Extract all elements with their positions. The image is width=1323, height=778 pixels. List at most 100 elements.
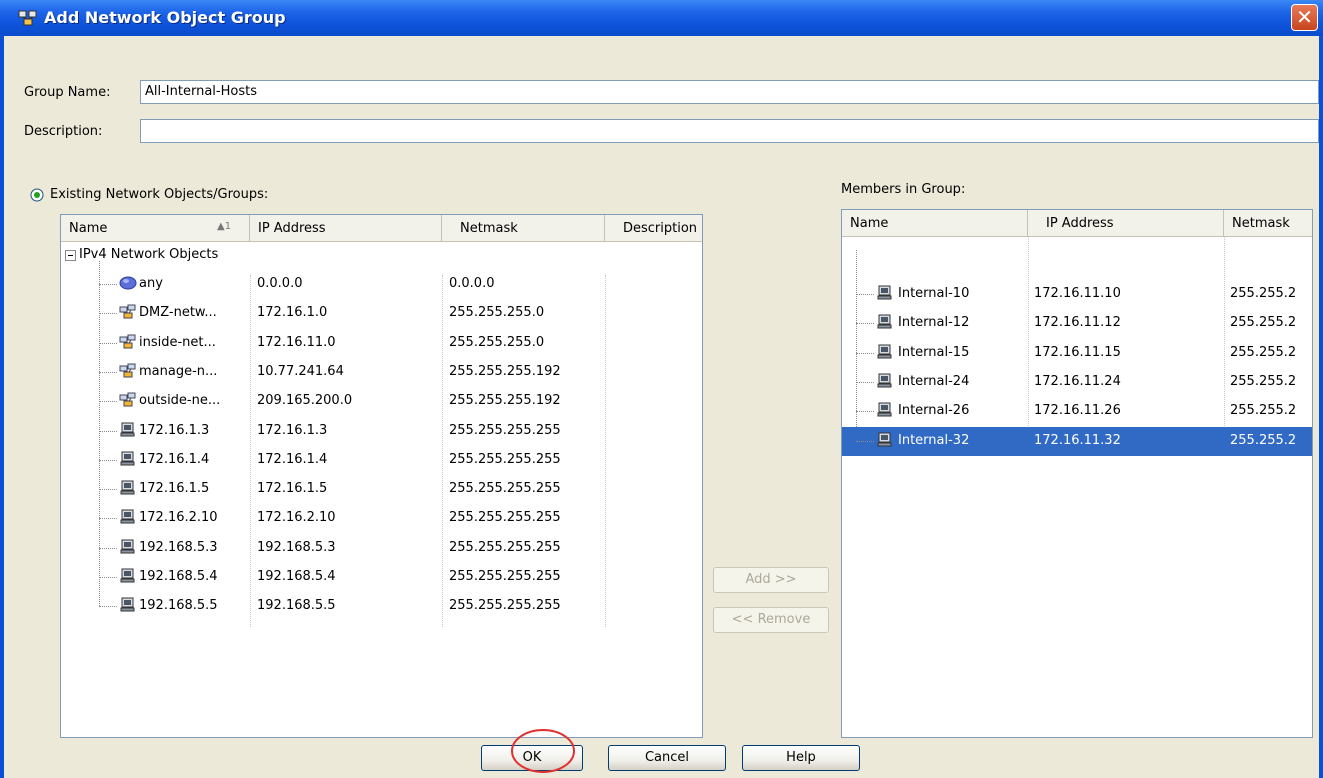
host-icon <box>120 568 135 583</box>
host-icon <box>877 314 892 329</box>
members-column-header-name[interactable]: Name <box>842 210 1028 236</box>
table-row[interactable]: 172.16.1.5 172.16.1.5 255.255.255.255 <box>61 475 702 504</box>
table-row[interactable]: Internal-10 172.16.11.10 255.255.2 <box>842 280 1312 309</box>
row-name: Internal-24 <box>898 373 970 389</box>
members-column-header-ip[interactable]: IP Address <box>1028 210 1224 236</box>
row-ip: 172.16.1.5 <box>257 481 328 497</box>
row-netmask: 255.255.255.0 <box>449 305 545 321</box>
row-netmask: 255.255.2 <box>1230 315 1297 331</box>
row-netmask: 255.255.2 <box>1230 432 1297 448</box>
row-name: 192.168.5.5 <box>139 598 218 614</box>
table-row[interactable]: Internal-12 172.16.11.12 255.255.2 <box>842 309 1312 338</box>
row-netmask: 255.255.2 <box>1230 286 1297 301</box>
help-button[interactable]: Help <box>742 745 860 771</box>
tree-connector <box>99 459 117 461</box>
row-name: any <box>139 276 163 291</box>
row-name: DMZ-netw... <box>139 305 217 321</box>
group-name-input[interactable]: All-Internal-Hosts <box>140 80 1319 104</box>
description-input[interactable] <box>140 119 1319 143</box>
network-icon <box>119 334 136 349</box>
tree-connector <box>99 518 117 520</box>
tree-connector <box>99 313 117 315</box>
tree-connector <box>99 342 117 344</box>
table-row[interactable]: Internal-32 172.16.11.32 255.255.2 <box>842 426 1312 456</box>
network-object-group-icon <box>18 10 37 26</box>
table-row[interactable]: outside-ne... 209.165.200.0 255.255.255.19… <box>61 387 702 416</box>
members-table[interactable]: Name IP Address Netmask Internal-10 172.1… <box>841 209 1313 738</box>
host-icon <box>877 432 892 446</box>
row-ip: 172.16.11.32 <box>1034 432 1121 448</box>
row-name: 172.16.1.4 <box>139 451 210 467</box>
row-netmask: 255.255.255.192 <box>449 363 561 379</box>
tree-connector <box>856 352 874 354</box>
tree-connector <box>99 577 117 578</box>
row-ip: 172.16.11.12 <box>1034 315 1121 331</box>
row-name: 192.168.5.4 <box>139 569 218 584</box>
remove-button[interactable]: << Remove <box>713 607 829 633</box>
cancel-button[interactable]: Cancel <box>608 745 726 771</box>
column-header-netmask[interactable]: Netmask <box>442 215 605 241</box>
column-separator <box>605 275 606 627</box>
tree-connector <box>856 381 874 383</box>
collapse-icon[interactable] <box>65 250 76 261</box>
row-name: Internal-10 <box>898 286 970 301</box>
existing-objects-radio[interactable] <box>30 188 44 202</box>
row-name: Internal-15 <box>898 344 970 360</box>
table-row[interactable]: 172.16.1.4 172.16.1.4 255.255.255.255 <box>61 446 702 475</box>
column-header-description[interactable]: Description <box>605 215 702 241</box>
host-icon <box>120 509 135 524</box>
network-icon <box>119 363 136 378</box>
add-button[interactable]: Add >> <box>713 567 829 593</box>
table-row[interactable]: inside-net... 172.16.11.0 255.255.255.0 <box>61 329 702 358</box>
row-ip: 192.168.5.3 <box>257 539 336 555</box>
column-header-name[interactable]: Name ▲1 <box>61 215 250 241</box>
table-row[interactable]: manage-n... 10.77.241.64 255.255.255.192 <box>61 358 702 387</box>
row-ip: 172.16.11.24 <box>1034 373 1121 389</box>
column-header-name-label: Name <box>69 221 108 236</box>
row-ip: 192.168.5.5 <box>257 598 336 614</box>
row-netmask: 255.255.255.255 <box>449 451 561 467</box>
host-icon <box>877 285 892 300</box>
table-row[interactable]: Internal-24 172.16.11.24 255.255.2 <box>842 368 1312 397</box>
row-netmask: 255.255.255.255 <box>449 598 561 614</box>
table-row[interactable]: DMZ-netw... 172.16.1.0 255.255.255.0 <box>61 299 702 328</box>
existing-objects-table[interactable]: Name ▲1 IP Address Netmask Description I… <box>60 214 703 738</box>
existing-objects-label: Existing Network Objects/Groups: <box>50 187 269 202</box>
host-icon <box>877 402 892 417</box>
ok-highlight-circle <box>511 729 575 773</box>
host-icon <box>120 539 135 554</box>
table-row[interactable]: 172.16.2.10 172.16.2.10 255.255.255.255 <box>61 504 702 533</box>
table-row[interactable]: Internal-26 172.16.11.26 255.255.2 <box>842 397 1312 426</box>
table-row[interactable]: 172.16.1.3 172.16.1.3 255.255.255.255 <box>61 417 702 446</box>
row-netmask: 0.0.0.0 <box>449 276 495 291</box>
row-name: 172.16.1.3 <box>139 422 210 438</box>
description-label: Description: <box>24 124 103 139</box>
host-icon <box>877 344 892 359</box>
group-name-label: Group Name: <box>24 85 111 100</box>
members-column-header-netmask[interactable]: Netmask <box>1224 210 1312 236</box>
close-button[interactable]: ✕ <box>1291 4 1318 31</box>
tree-connector <box>856 411 874 413</box>
row-ip: 172.16.11.0 <box>257 334 336 350</box>
column-separator <box>250 275 251 627</box>
dialog-window: Add Network Object Group ✕ Group Name: A… <box>0 0 1323 778</box>
table-row[interactable]: 192.168.5.3 192.168.5.3 255.255.255.255 <box>61 534 702 563</box>
row-ip: 172.16.1.4 <box>257 451 328 467</box>
tree-connector <box>856 294 874 295</box>
table-row[interactable]: 192.168.5.4 192.168.5.4 255.255.255.255 <box>61 563 702 592</box>
row-netmask: 255.255.255.255 <box>449 539 561 555</box>
row-name: inside-net... <box>139 334 216 350</box>
globe-icon <box>119 276 137 290</box>
tree-group-ipv4[interactable]: IPv4 Network Objects <box>61 241 702 270</box>
members-label: Members in Group: <box>841 182 966 197</box>
title-bar[interactable]: Add Network Object Group ✕ <box>0 0 1323 36</box>
row-name: manage-n... <box>139 363 218 379</box>
table-row[interactable]: 192.168.5.5 192.168.5.5 255.255.255.255 <box>61 592 702 621</box>
column-header-ip[interactable]: IP Address <box>250 215 442 241</box>
row-name: Internal-12 <box>898 315 970 331</box>
table-row[interactable]: Internal-15 172.16.11.15 255.255.2 <box>842 339 1312 368</box>
existing-table-header: Name ▲1 IP Address Netmask Description <box>61 215 702 242</box>
tree-trunk <box>99 261 100 607</box>
row-netmask: 255.255.255.255 <box>449 569 561 584</box>
table-row[interactable]: any 0.0.0.0 0.0.0.0 <box>61 270 702 299</box>
